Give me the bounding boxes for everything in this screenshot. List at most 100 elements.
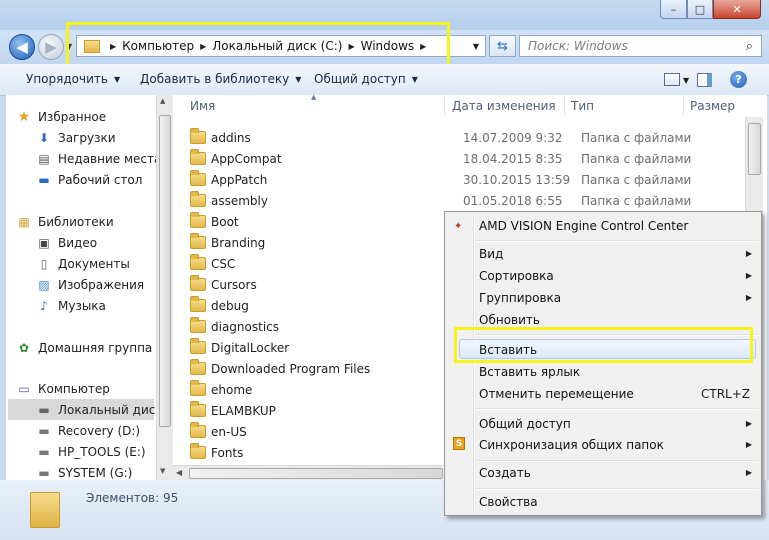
file-name: debug: [211, 298, 249, 313]
search-placeholder: Поиск: Windows: [528, 39, 628, 53]
folder-icon: [190, 296, 206, 312]
sidebar-item-favorites[interactable]: ★ Избранное: [16, 106, 161, 127]
horizontal-scrollbar[interactable]: ◀: [173, 465, 443, 481]
preview-pane-icon[interactable]: [697, 73, 712, 87]
sidebar-scroll-thumb[interactable]: [159, 115, 171, 427]
sidebar-item-label: Локальный диск: [58, 402, 163, 417]
search-icon[interactable]: ⌕: [746, 39, 753, 54]
column-header-size[interactable]: Размер: [690, 99, 735, 113]
file-name: addins: [211, 130, 251, 145]
menu-item-sort[interactable]: Сортировка: [479, 269, 554, 283]
close-icon: ✕: [732, 2, 742, 16]
menu-item-share[interactable]: Общий доступ: [479, 417, 571, 431]
refresh-button[interactable]: ⇆: [489, 35, 516, 57]
menu-item-refresh[interactable]: Обновить: [479, 313, 540, 327]
forward-button[interactable]: ▶: [38, 34, 64, 60]
minimize-button[interactable]: –: [660, 0, 687, 19]
menu-item-create[interactable]: Создать: [479, 466, 531, 480]
file-name: Branding: [211, 235, 266, 250]
folder-icon: [190, 191, 206, 207]
search-input[interactable]: Поиск: Windows ⌕: [519, 35, 762, 57]
column-header-date[interactable]: Дата изменения: [452, 99, 556, 113]
refresh-icon: ⇆: [497, 38, 508, 54]
chevron-down-icon: ▼: [411, 74, 418, 84]
back-button[interactable]: ◀: [9, 34, 35, 60]
recent-places-icon: ▤: [38, 151, 50, 166]
file-type: Папка с файлами: [581, 172, 692, 187]
minimize-icon: –: [670, 2, 677, 16]
sidebar-item-desktop[interactable]: ▬ Рабочий стол: [16, 169, 161, 190]
file-name: ehome: [211, 382, 253, 397]
file-list-scroll-thumb[interactable]: [748, 123, 761, 175]
file-date: 01.05.2018 6:55: [463, 193, 563, 208]
table-row[interactable]: AppCompat 18.04.2015 8:35 Папка с файлами: [190, 148, 760, 169]
sidebar-item-local-disk[interactable]: ▬ Локальный диск: [16, 399, 163, 420]
sort-indicator-icon: ▲: [311, 93, 317, 101]
folder-icon: [190, 401, 206, 417]
sidebar-item-label: Документы: [58, 256, 130, 271]
column-header-name[interactable]: Имя: [190, 99, 215, 113]
maximize-button[interactable]: □: [687, 0, 713, 19]
sidebar-item-music[interactable]: ♪ Музыка: [16, 295, 144, 316]
folder-icon: [190, 212, 206, 228]
sidebar-item-images[interactable]: ▨ Изображения: [16, 274, 144, 295]
menu-item-undo-move[interactable]: Отменить перемещение: [479, 387, 634, 401]
close-button[interactable]: ✕: [713, 0, 761, 19]
drive-icon: ▬: [38, 402, 50, 417]
scroll-left-icon[interactable]: ◀: [176, 468, 182, 477]
sidebar-item-label: HP_TOOLS (E:): [58, 444, 146, 459]
sidebar-scrollbar[interactable]: ▲ ▼: [156, 95, 173, 480]
sidebar-item-video[interactable]: ▣ Видео: [16, 232, 144, 253]
folder-icon: [190, 443, 206, 459]
menu-item-group[interactable]: Группировка: [479, 291, 561, 305]
add-to-library-menu[interactable]: Добавить в библиотеку ▼: [140, 72, 301, 86]
chevron-down-icon: ▼: [113, 74, 121, 84]
folder-icon: [190, 128, 206, 144]
sidebar-item-recent[interactable]: ▤ Недавние места: [16, 148, 161, 169]
menu-separator: [475, 408, 758, 410]
sidebar-item-homegroup[interactable]: ✿ Домашняя группа: [16, 337, 152, 358]
sidebar-item-computer[interactable]: ▭ Компьютер: [16, 378, 110, 399]
folder-icon: [190, 380, 206, 396]
back-arrow-icon: ◀: [16, 38, 28, 56]
sidebar-item-documents[interactable]: ▯ Документы: [16, 253, 144, 274]
horizontal-scroll-thumb[interactable]: [189, 468, 443, 479]
help-icon[interactable]: ?: [730, 71, 747, 88]
menu-item-sync[interactable]: Синхронизация общих папок: [479, 438, 664, 452]
view-options-dropdown-icon[interactable]: ▼: [683, 76, 689, 85]
menu-item-view[interactable]: Вид: [479, 247, 503, 261]
scroll-down-icon[interactable]: ▼: [160, 467, 165, 475]
table-row[interactable]: addins 14.07.2009 9:32 Папка с файлами: [190, 127, 760, 148]
organize-label: Упорядочить: [26, 72, 108, 86]
context-menu: ✦ AMD VISION Engine Control Center Вид ▶…: [444, 211, 762, 516]
file-name: CSC: [211, 256, 236, 271]
sidebar-item-label: SYSTEM (G:): [58, 465, 133, 480]
organize-menu[interactable]: Упорядочить ▼: [26, 72, 120, 86]
menu-separator: [475, 460, 758, 462]
share-menu[interactable]: Общий доступ ▼: [314, 72, 418, 86]
table-row[interactable]: AppPatch 30.10.2015 13:59 Папка с файлами: [190, 169, 760, 190]
folder-icon: [190, 149, 206, 165]
menu-item-paste-shortcut[interactable]: Вставить ярлык: [479, 365, 580, 379]
scroll-up-icon[interactable]: ▲: [160, 97, 165, 105]
sidebar-item-label: Недавние места: [58, 151, 162, 166]
sidebar-item-libraries[interactable]: ▦ Библиотеки: [16, 211, 144, 232]
sync-icon: S: [453, 437, 465, 450]
items-count: Элементов: 95: [86, 491, 179, 505]
sidebar-item-hp-tools[interactable]: ▬ HP_TOOLS (E:): [16, 441, 163, 462]
forward-arrow-icon: ▶: [45, 38, 57, 56]
star-icon: ★: [17, 108, 31, 125]
sidebar-item-downloads[interactable]: ⬇ Загрузки: [16, 127, 161, 148]
sidebar-item-label: Рабочий стол: [58, 172, 143, 187]
menu-item-properties[interactable]: Свойства: [479, 495, 538, 509]
menu-item-amd[interactable]: AMD VISION Engine Control Center: [479, 219, 688, 233]
folder-icon: [190, 275, 206, 291]
sidebar-item-label: Домашняя группа: [38, 340, 153, 355]
sidebar-item-recovery[interactable]: ▬ Recovery (D:): [16, 420, 163, 441]
column-header-type[interactable]: Тип: [571, 99, 594, 113]
address-dropdown-icon[interactable]: ▼: [473, 42, 479, 51]
table-row[interactable]: assembly 01.05.2018 6:55 Папка с файлами: [190, 190, 760, 211]
sidebar-item-label: Видео: [58, 235, 98, 250]
view-options-icon[interactable]: [664, 73, 680, 86]
folder-icon: [190, 170, 206, 186]
